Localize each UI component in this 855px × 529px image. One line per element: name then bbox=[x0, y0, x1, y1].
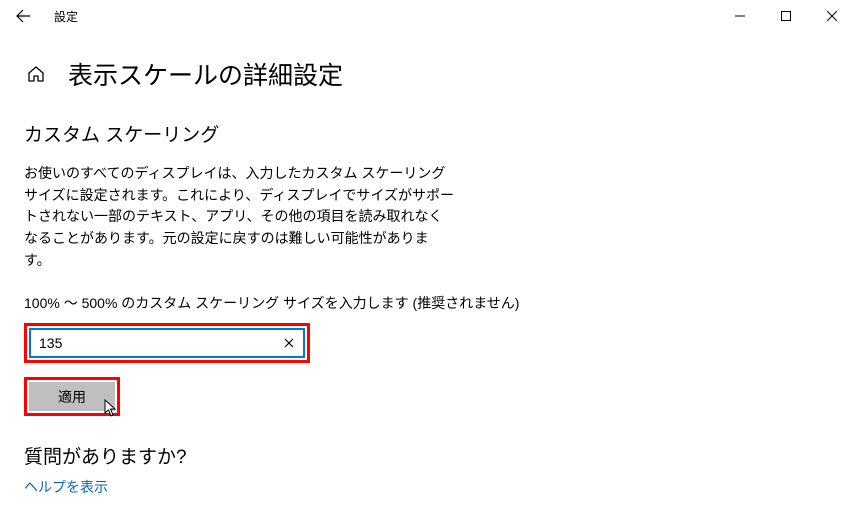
page-title: 表示スケールの詳細設定 bbox=[68, 56, 343, 92]
help-link[interactable]: ヘルプを表示 bbox=[24, 479, 108, 495]
maximize-icon bbox=[781, 11, 791, 21]
minimize-icon bbox=[735, 11, 745, 21]
section-description: お使いのすべてのディスプレイは、入力したカスタム スケーリング サイズに設定され… bbox=[24, 163, 454, 271]
back-button[interactable] bbox=[0, 0, 46, 32]
page-header: 表示スケールの詳細設定 bbox=[24, 56, 831, 92]
help-heading: 質問がありますか? bbox=[24, 442, 831, 469]
scale-input-label: 100% ～ 500% のカスタム スケーリング サイズを入力します (推奨され… bbox=[24, 293, 831, 313]
titlebar: 設定 bbox=[0, 0, 855, 32]
window-controls bbox=[717, 0, 855, 32]
section-title: カスタム スケーリング bbox=[24, 120, 831, 147]
back-arrow-icon bbox=[15, 8, 31, 24]
maximize-button[interactable] bbox=[763, 0, 809, 32]
apply-button[interactable]: 適用 bbox=[29, 382, 115, 411]
home-icon bbox=[27, 65, 45, 83]
input-highlight-annotation bbox=[24, 323, 310, 363]
scale-input-container bbox=[29, 328, 305, 358]
close-icon bbox=[827, 11, 837, 21]
close-button[interactable] bbox=[809, 0, 855, 32]
home-button[interactable] bbox=[24, 62, 48, 86]
window-title: 設定 bbox=[46, 8, 78, 25]
button-highlight-annotation: 適用 bbox=[24, 377, 120, 416]
scale-input[interactable] bbox=[31, 330, 275, 356]
x-icon bbox=[284, 338, 294, 348]
minimize-button[interactable] bbox=[717, 0, 763, 32]
content-area: 表示スケールの詳細設定 カスタム スケーリング お使いのすべてのディスプレイは、… bbox=[0, 56, 855, 497]
clear-input-button[interactable] bbox=[275, 330, 303, 356]
